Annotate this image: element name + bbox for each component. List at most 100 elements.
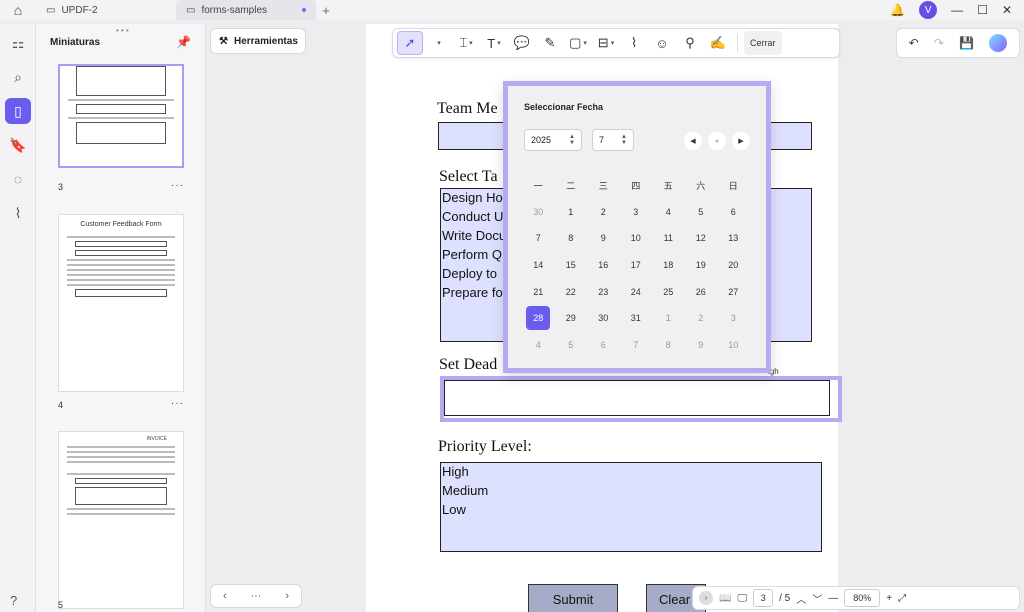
home-icon[interactable]: ⌂ <box>0 0 36 20</box>
submit-button[interactable]: Submit <box>528 584 618 612</box>
calendar-day[interactable]: 7 <box>620 332 653 359</box>
select-tool-icon[interactable]: ➚ <box>397 31 423 55</box>
calendar-day[interactable]: 30 <box>522 199 555 226</box>
chevron-left-icon[interactable]: ‹ <box>223 590 227 602</box>
thumbnail-page-5[interactable]: INVOICE <box>58 431 184 609</box>
calendar-day[interactable]: 4 <box>652 199 685 226</box>
calendar-day[interactable]: 17 <box>620 252 653 279</box>
avatar[interactable]: V <box>919 1 938 19</box>
calendar-day[interactable]: 10 <box>620 225 653 252</box>
calendar-day[interactable]: 23 <box>587 278 620 305</box>
attach-tool-icon[interactable]: ⌇ <box>621 31 647 55</box>
calendar-day[interactable]: 16 <box>587 252 620 279</box>
measure-tool-icon[interactable]: ⊟ ▾ <box>593 31 619 55</box>
chevron-down-icon[interactable]: ▾ <box>425 31 451 55</box>
next-page-icon[interactable]: ﹀ <box>812 591 822 606</box>
task-option[interactable]: Prepare fo <box>442 285 503 300</box>
priority-option[interactable]: Medium <box>442 483 488 498</box>
close-icon[interactable]: ✕ <box>1002 3 1012 17</box>
drag-grip-icon[interactable]: • • • <box>116 26 129 35</box>
thumbnails-icon[interactable]: ▯ <box>5 98 31 124</box>
rectangle-tool-icon[interactable]: ▢ ▾ <box>565 31 591 55</box>
calendar-day[interactable]: 6 <box>587 332 620 359</box>
priority-listbox[interactable] <box>440 462 822 552</box>
new-tab-plus-icon[interactable]: + <box>316 3 336 18</box>
close-toolbar-button[interactable]: Cerrar <box>744 31 782 55</box>
minimize-icon[interactable]: — <box>951 3 963 17</box>
signature-tool-icon[interactable]: ✍ <box>705 31 731 55</box>
zoom-in-icon[interactable]: + <box>886 593 892 604</box>
year-spinner[interactable]: 2025 ▲ ▼ <box>524 129 582 151</box>
calendar-day[interactable]: 6 <box>717 199 750 226</box>
calendar-day[interactable]: 1 <box>555 199 588 226</box>
fit-page-icon[interactable]: ⤢ <box>898 593 906 604</box>
calendar-day[interactable]: 4 <box>522 332 555 359</box>
calendar-day[interactable]: 18 <box>652 252 685 279</box>
more-options-icon[interactable]: ··· <box>171 398 184 409</box>
spinner-arrows-icon[interactable]: ▲ ▼ <box>569 134 575 146</box>
updf-ai-icon[interactable] <box>989 34 1008 52</box>
calendar-day[interactable]: 8 <box>652 332 685 359</box>
thumbnail-page-4[interactable]: Customer Feedback Form <box>58 214 184 392</box>
pin-icon[interactable]: 📌 <box>176 35 191 49</box>
presentation-icon[interactable]: 🖵 <box>737 593 747 604</box>
calendar-day[interactable]: 7 <box>522 225 555 252</box>
task-option[interactable]: Deploy to <box>442 266 497 281</box>
zoom-out-icon[interactable]: — <box>828 593 838 604</box>
bell-icon[interactable]: 🔔 <box>890 3 905 17</box>
calendar-day[interactable]: 31 <box>620 305 653 332</box>
calendar-day[interactable]: 10 <box>717 332 750 359</box>
calendar-day[interactable]: 13 <box>717 225 750 252</box>
next-month-icon[interactable]: ▶ <box>732 132 750 150</box>
redo-icon[interactable]: ↷ <box>934 36 944 50</box>
calendar-day[interactable]: 1 <box>652 305 685 332</box>
page-number-input[interactable]: 3 <box>753 589 774 607</box>
calendar-day[interactable]: 12 <box>685 225 718 252</box>
calendar-day[interactable]: 11 <box>652 225 685 252</box>
more-icon[interactable]: ··· <box>250 590 261 602</box>
calendar-day[interactable]: 9 <box>587 225 620 252</box>
tab-forms-samples[interactable]: ▭ forms-samples <box>176 0 316 20</box>
calendar-day[interactable]: 14 <box>522 252 555 279</box>
help-icon[interactable]: ? <box>10 593 17 608</box>
month-spinner[interactable]: 7 ▲ ▼ <box>592 129 634 151</box>
previous-month-icon[interactable]: ◀ <box>684 132 702 150</box>
reading-mode-icon[interactable]: 📖 <box>719 593 731 604</box>
task-option[interactable]: Perform Q <box>442 247 502 262</box>
priority-option[interactable]: Low <box>442 502 466 517</box>
priority-option[interactable]: High <box>442 464 469 479</box>
thumbnail-page-3[interactable] <box>58 64 184 168</box>
expand-icon[interactable]: › <box>699 591 713 605</box>
calendar-day[interactable]: 27 <box>717 278 750 305</box>
calendar-day[interactable]: 22 <box>555 278 588 305</box>
task-option[interactable]: Design Ho <box>442 190 503 205</box>
today-icon[interactable]: ● <box>708 132 726 150</box>
calendar-day[interactable]: 29 <box>555 305 588 332</box>
calendar-day[interactable]: 15 <box>555 252 588 279</box>
bookmark-icon[interactable]: 🔖 <box>5 132 31 158</box>
calendar-day[interactable]: 20 <box>717 252 750 279</box>
calendar-day[interactable]: 9 <box>685 332 718 359</box>
sticker-tool-icon[interactable]: ☺ <box>649 31 675 55</box>
attachment-icon[interactable]: ⌇ <box>5 200 31 226</box>
more-options-icon[interactable]: ··· <box>171 180 184 191</box>
calendar-day[interactable]: 19 <box>685 252 718 279</box>
pen-tool-icon[interactable]: ✎ <box>537 31 563 55</box>
save-icon[interactable]: 💾 <box>959 36 974 50</box>
calendar-day[interactable]: 24 <box>620 278 653 305</box>
text-field-tool-icon[interactable]: ⌶ ▾ <box>453 31 479 55</box>
calendar-day[interactable]: 26 <box>685 278 718 305</box>
comment-tool-icon[interactable]: 💬 <box>509 31 535 55</box>
calendar-day[interactable]: 21 <box>522 278 555 305</box>
undo-icon[interactable]: ↶ <box>909 36 919 50</box>
comments-icon[interactable]: ◌ <box>5 166 31 192</box>
calendar-day[interactable]: 8 <box>555 225 588 252</box>
search-icon[interactable]: ⌕ <box>5 64 31 90</box>
calendar-day[interactable]: 5 <box>685 199 718 226</box>
apps-grid-icon[interactable]: ⚏ <box>5 30 31 56</box>
task-option[interactable]: Conduct U <box>442 209 503 224</box>
calendar-day[interactable]: 2 <box>587 199 620 226</box>
calendar-day[interactable]: 25 <box>652 278 685 305</box>
calendar-day[interactable]: 3 <box>620 199 653 226</box>
previous-page-icon[interactable]: ︿ <box>796 591 806 606</box>
